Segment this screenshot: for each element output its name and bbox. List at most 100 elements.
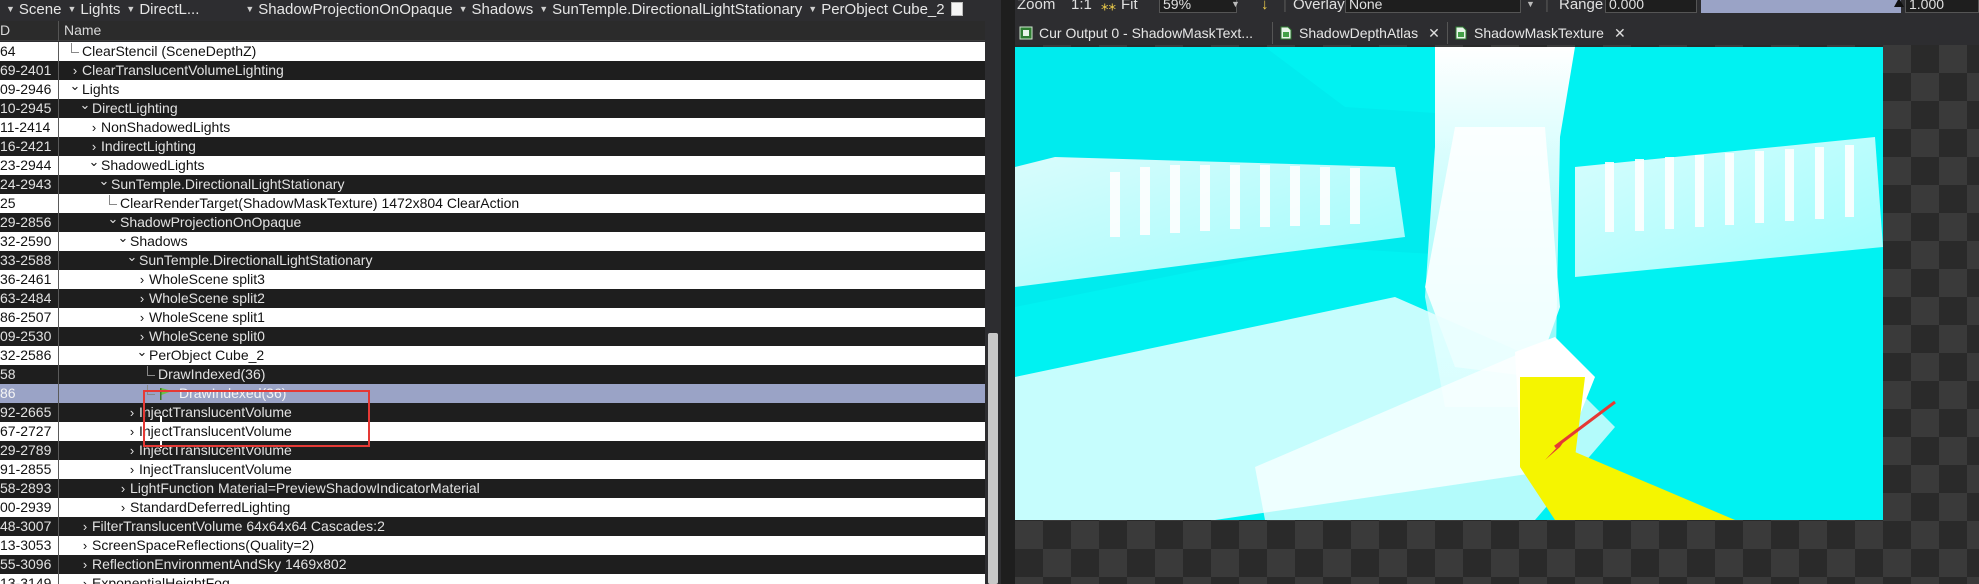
- tree-row[interactable]: 13-3053 › ScreenSpaceReflections(Quality=2…: [0, 536, 985, 555]
- tree-row[interactable]: 25 ClearRenderTarget(ShadowMaskTexture) 1…: [0, 194, 985, 213]
- tab-current-output[interactable]: Cur Output 0 - ShadowMaskText...: [1015, 22, 1273, 44]
- breadcrumb-item[interactable]: ▼ Scene: [0, 0, 61, 18]
- tree-row[interactable]: 10-2945 ⌄ DirectLighting: [0, 97, 985, 118]
- expand-icon[interactable]: ›: [125, 441, 139, 460]
- output-icon: [1019, 26, 1033, 40]
- chevron-down-icon[interactable]: ▼: [67, 4, 76, 14]
- breadcrumb-item[interactable]: ▼ Shadows: [453, 0, 534, 18]
- chevron-down-icon[interactable]: ▼: [6, 4, 15, 14]
- expand-icon[interactable]: ›: [125, 403, 139, 422]
- chevron-down-icon[interactable]: ▼: [126, 4, 135, 14]
- tree-row[interactable]: 58-2893 › LightFunction Material=PreviewSh…: [0, 479, 985, 498]
- range-min-field[interactable]: 0.000: [1605, 0, 1697, 13]
- expand-icon[interactable]: ›: [87, 137, 101, 156]
- tree-row[interactable]: 11-2414 › NonShadowedLights: [0, 118, 985, 137]
- tree-row[interactable]: 48-3007 › FilterTranslucentVolume 64x64x64…: [0, 517, 985, 536]
- column-separator[interactable]: [58, 21, 59, 41]
- range-slider[interactable]: [1701, 0, 1904, 13]
- close-icon[interactable]: ✕: [1428, 25, 1440, 42]
- tree-row[interactable]: 92-2665 › InjectTranslucentVolume: [0, 403, 985, 422]
- fit-button[interactable]: Fit: [1121, 0, 1138, 13]
- shadow-mask-image[interactable]: [1015, 47, 1883, 520]
- expand-icon[interactable]: ›: [135, 308, 149, 327]
- tree-row[interactable]: 33-2588 ⌄ SunTemple.DirectionalLightStatio…: [0, 249, 985, 270]
- breadcrumb-item[interactable]: ▼ DirectL...: [120, 0, 199, 18]
- tree-row[interactable]: 29-2789 › InjectTranslucentVolume: [0, 441, 985, 460]
- close-icon[interactable]: ✕: [1614, 25, 1626, 42]
- tree-row[interactable]: 91-2855 › InjectTranslucentVolume: [0, 460, 985, 479]
- chevron-down-icon[interactable]: ▼: [1526, 0, 1535, 9]
- event-id: 33-2588: [0, 252, 52, 268]
- tree-row[interactable]: 24-2943 ⌄ SunTemple.DirectionalLightStatio…: [0, 173, 985, 194]
- expand-icon[interactable]: ›: [87, 118, 101, 137]
- zoom-1to1-button[interactable]: 1:1: [1071, 0, 1092, 13]
- range-max-field[interactable]: 1.000: [1905, 0, 1979, 13]
- tree-node-label: DrawIndexed(36): [158, 366, 266, 382]
- chevron-down-icon[interactable]: ▼: [808, 4, 817, 14]
- tree-row[interactable]: 32-2586 ⌄ PerObject Cube_2: [0, 344, 985, 365]
- expand-icon[interactable]: ›: [116, 498, 130, 517]
- document-icon[interactable]: [950, 2, 963, 16]
- tree-row[interactable]: 64 ClearStencil (SceneDepthZ): [0, 42, 985, 61]
- tree-row[interactable]: 55-3096 › ReflectionEnvironmentAndSky 1469…: [0, 555, 985, 574]
- expand-icon[interactable]: ›: [68, 61, 82, 80]
- breadcrumb-label: Scene: [18, 0, 62, 18]
- tree-row-selected[interactable]: 86 DrawIndexed(36): [0, 384, 985, 403]
- expand-icon[interactable]: ›: [78, 536, 92, 555]
- texture-viewport[interactable]: [1015, 45, 1979, 584]
- fit-icon[interactable]: ⁎⁎: [1101, 0, 1116, 14]
- expand-icon[interactable]: ›: [135, 327, 149, 346]
- breadcrumb-item[interactable]: ▼ Lights: [61, 0, 120, 18]
- event-tree-scrollbar[interactable]: [985, 21, 1001, 584]
- expand-icon[interactable]: ›: [125, 460, 139, 479]
- breadcrumb-item[interactable]: ▼ SunTemple.DirectionalLightStationary: [533, 0, 802, 18]
- tree-row[interactable]: 29-2856 ⌄ ShadowProjectionOnOpaque: [0, 211, 985, 232]
- tree-node: › WholeScene split0: [135, 327, 265, 346]
- tree-row[interactable]: 63-2484 › WholeScene split2: [0, 289, 985, 308]
- tree-row[interactable]: 58 DrawIndexed(36): [0, 365, 985, 384]
- chevron-down-icon[interactable]: ▼: [1231, 0, 1240, 9]
- expand-icon[interactable]: ›: [78, 517, 92, 536]
- zoom-label: Zoom: [1017, 0, 1056, 13]
- overlay-dropdown[interactable]: None: [1345, 0, 1521, 13]
- event-id: 00-2939: [0, 499, 52, 515]
- tree-row[interactable]: 86-2507 › WholeScene split1: [0, 308, 985, 327]
- column-divider: [58, 61, 59, 80]
- expand-icon[interactable]: ›: [78, 574, 92, 584]
- breadcrumb-item[interactable]: ▼ PerObject Cube_2: [802, 0, 944, 18]
- column-divider: [58, 308, 59, 327]
- tree-row[interactable]: 09-2530 › WholeScene split0: [0, 327, 985, 346]
- tree-row[interactable]: 32-2590 ⌄ Shadows: [0, 230, 985, 251]
- expand-icon[interactable]: ›: [78, 555, 92, 574]
- chevron-down-icon[interactable]: ▼: [459, 4, 468, 14]
- scrollbar-thumb[interactable]: [988, 333, 998, 584]
- eid-column-header[interactable]: D: [0, 22, 58, 38]
- breadcrumb-item[interactable]: ▼ ShadowProjectionOnOpaque: [239, 0, 452, 18]
- event-id: 25: [0, 195, 16, 211]
- column-divider: [58, 99, 59, 118]
- chevron-down-icon[interactable]: ▼: [245, 4, 254, 14]
- tree-node: DrawIndexed(36): [144, 365, 265, 384]
- tab-shadow-depth-atlas[interactable]: ShadowDepthAtlas ✕: [1275, 22, 1448, 44]
- tree-row[interactable]: 69-2401 › ClearTranslucentVolumeLighting: [0, 61, 985, 80]
- tree-node-label: ClearStencil (SceneDepthZ): [82, 43, 257, 59]
- flip-y-icon[interactable]: ↓: [1261, 0, 1269, 13]
- tree-row[interactable]: 16-2421 › IndirectLighting: [0, 137, 985, 156]
- column-divider: [58, 80, 59, 99]
- panel-splitter[interactable]: [1001, 0, 1015, 584]
- tree-row[interactable]: 00-2939 › StandardDeferredLighting: [0, 498, 985, 517]
- expand-icon[interactable]: ›: [135, 289, 149, 308]
- expand-icon[interactable]: ›: [125, 422, 139, 441]
- tree-row[interactable]: 36-2461 › WholeScene split3: [0, 270, 985, 289]
- zoom-dropdown[interactable]: 59%: [1159, 0, 1237, 13]
- tree-row[interactable]: 67-2727 › InjectTranslucentVolume: [0, 422, 985, 441]
- name-column-header[interactable]: Name: [64, 22, 101, 38]
- tree-row[interactable]: 09-2946 ⌄ Lights: [0, 78, 985, 99]
- tree-row[interactable]: 23-2944 ⌄ ShadowedLights: [0, 154, 985, 175]
- expand-icon[interactable]: ›: [116, 479, 130, 498]
- tab-shadow-mask-texture[interactable]: ShadowMaskTexture ✕: [1450, 22, 1628, 44]
- tree-row[interactable]: 13-3149 › ExponentialHeightFog: [0, 574, 985, 584]
- chevron-down-icon[interactable]: ▼: [539, 4, 548, 14]
- expand-icon[interactable]: ›: [135, 270, 149, 289]
- range-slider-handle[interactable]: [1894, 0, 1904, 7]
